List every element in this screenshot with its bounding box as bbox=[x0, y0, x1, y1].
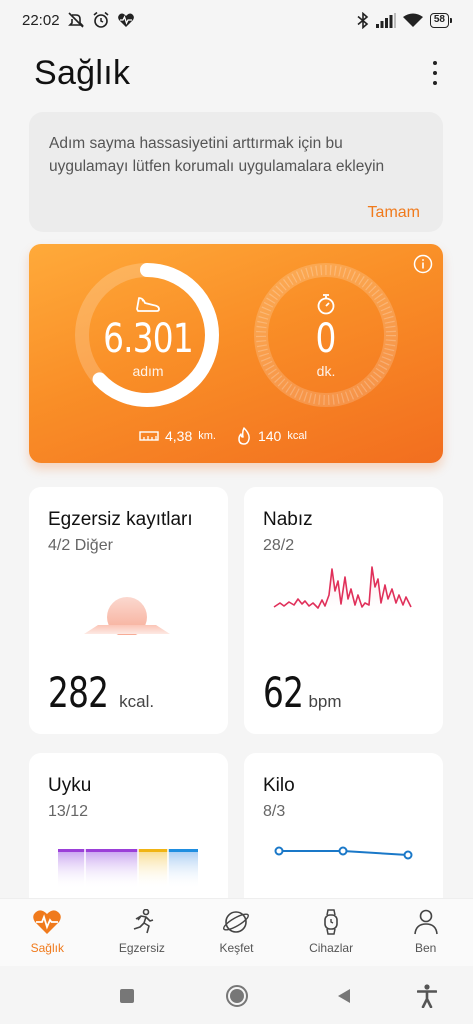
card-value: 62 bbox=[263, 668, 304, 717]
card-date: 28/2 bbox=[263, 537, 295, 554]
notice-message: Adım sayma hassasiyetini arttırmak için … bbox=[49, 135, 385, 175]
steps-unit: adım bbox=[132, 363, 164, 379]
nav-item-devices[interactable]: Cihazlar bbox=[291, 909, 371, 955]
nav-item-discover[interactable]: Keşfet bbox=[196, 909, 276, 955]
calories-stat: 140 kcal bbox=[236, 427, 307, 445]
card-date: 13/12 bbox=[48, 803, 89, 820]
notice-ok-button[interactable]: Tamam bbox=[368, 204, 420, 222]
heart-rate-card[interactable]: Nabız 28/2 62 bpm bbox=[244, 487, 443, 734]
recents-button[interactable] bbox=[120, 989, 134, 1003]
card-value: 282 bbox=[48, 668, 109, 717]
nav-label: Sağlık bbox=[30, 941, 64, 955]
shoe-icon bbox=[136, 297, 160, 312]
system-navigation-bar bbox=[0, 966, 473, 1024]
nav-label: Keşfet bbox=[219, 941, 254, 955]
bottom-navigation: Sağlık Egzersiz Keşfet Cihazlar Ben bbox=[0, 898, 473, 966]
card-unit: kcal. bbox=[119, 692, 155, 711]
card-value-row: 282 kcal. bbox=[48, 668, 154, 717]
protected-apps-notice: Adım sayma hassasiyetini arttırmak için … bbox=[29, 112, 443, 232]
activity-summary-card[interactable]: 6.301 adım 0 dk. 4,38 km. 140 kcal bbox=[29, 244, 443, 463]
heart-rate-graph bbox=[273, 566, 412, 617]
sleep-card[interactable]: Uyku 13/12 bbox=[29, 753, 228, 913]
distance-unit: km. bbox=[198, 430, 216, 442]
home-button[interactable] bbox=[226, 985, 248, 1007]
nav-item-exercise[interactable]: Egzersiz bbox=[102, 909, 182, 955]
weight-point bbox=[403, 850, 413, 860]
active-minutes-value: 0 bbox=[315, 316, 337, 362]
home-dot-icon bbox=[230, 989, 244, 1003]
nav-item-me[interactable]: Ben bbox=[386, 909, 466, 955]
back-button[interactable] bbox=[337, 988, 351, 1004]
exercise-sun-icon bbox=[84, 597, 170, 635]
info-icon[interactable] bbox=[413, 254, 433, 274]
more-dot-icon bbox=[433, 81, 437, 85]
page-title: Sağlık bbox=[34, 53, 131, 92]
more-options-button[interactable] bbox=[425, 56, 445, 90]
card-value-row: 62 bpm bbox=[263, 668, 342, 717]
status-time: 22:02 bbox=[22, 11, 60, 29]
card-unit: bpm bbox=[308, 692, 342, 711]
ruler-icon bbox=[139, 431, 159, 441]
weight-card[interactable]: Kilo 8/3 bbox=[244, 753, 443, 913]
accessibility-icon[interactable] bbox=[417, 984, 437, 1008]
calories-value: 140 bbox=[257, 428, 282, 444]
distance-value: 4,38 bbox=[165, 428, 193, 444]
runner-icon bbox=[133, 909, 154, 934]
mute-icon bbox=[67, 12, 84, 28]
card-title: Nabız bbox=[263, 509, 313, 530]
weight-line-graph bbox=[274, 846, 413, 860]
card-title: Egzersiz kayıtları bbox=[48, 509, 193, 530]
flame-icon bbox=[238, 427, 250, 445]
signal-icon bbox=[375, 12, 396, 28]
health-icon bbox=[117, 13, 134, 27]
planet-icon bbox=[223, 911, 250, 933]
person-icon bbox=[413, 909, 438, 935]
exercise-records-card[interactable]: Egzersiz kayıtları 4/2 Diğer 282 kcal. bbox=[29, 487, 228, 734]
stopwatch-icon bbox=[317, 294, 335, 315]
status-bar: 22:02 58 bbox=[0, 0, 473, 40]
bluetooth-icon bbox=[357, 11, 369, 29]
battery-indicator: 58 bbox=[429, 12, 453, 28]
app-header: Sağlık bbox=[34, 48, 445, 98]
steps-value: 6.301 bbox=[103, 316, 194, 362]
card-date: 4/2 Diğer bbox=[48, 537, 113, 554]
heart-pulse-icon bbox=[33, 910, 62, 934]
nav-label: Cihazlar bbox=[309, 941, 354, 955]
nav-label: Ben bbox=[414, 941, 437, 955]
active-minutes-unit: dk. bbox=[316, 363, 336, 379]
weight-point bbox=[338, 846, 348, 856]
calories-unit: kcal bbox=[287, 430, 307, 442]
activity-stats: 4,38 km. 140 kcal bbox=[139, 427, 307, 445]
card-title: Kilo bbox=[263, 775, 295, 796]
more-dot-icon bbox=[433, 71, 437, 75]
nav-label: Egzersiz bbox=[118, 941, 165, 955]
card-date: 8/3 bbox=[263, 803, 286, 820]
wifi-icon bbox=[402, 13, 423, 27]
distance-stat: 4,38 km. bbox=[139, 428, 216, 444]
alarm-icon bbox=[93, 11, 109, 28]
weight-point bbox=[274, 846, 284, 856]
watch-icon bbox=[324, 909, 338, 935]
more-dot-icon bbox=[433, 61, 437, 65]
sleep-bar-chart bbox=[58, 849, 198, 889]
card-title: Uyku bbox=[48, 775, 92, 796]
nav-item-health[interactable]: Sağlık bbox=[7, 909, 87, 955]
